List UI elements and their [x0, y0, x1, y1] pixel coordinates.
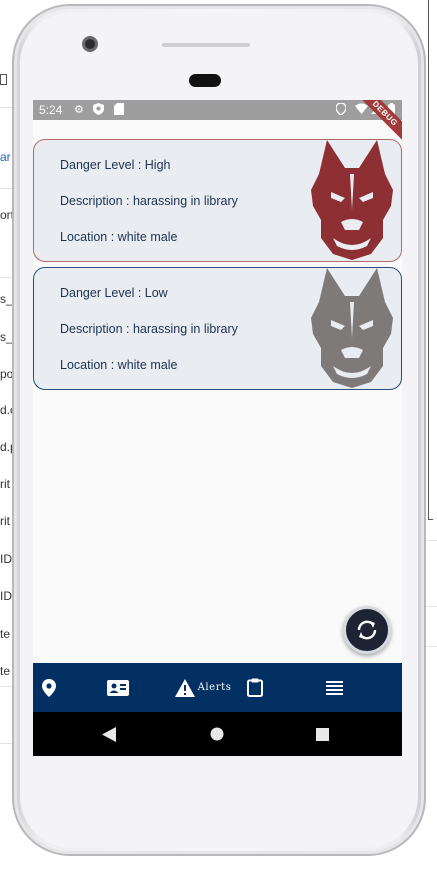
alert-card-high[interactable]: Danger Level : High Description : harass…: [33, 139, 402, 262]
earpiece: [189, 74, 221, 87]
settings-icon: ⚙: [74, 104, 84, 116]
status-bar: 5:24 ⚙ DEBUG: [33, 100, 402, 145]
phone-screen: 5:24 ⚙ DEBUG Danger Level : High Descrip…: [33, 100, 402, 756]
speaker-grille: [162, 43, 250, 47]
warning-icon: [174, 678, 195, 697]
refresh-button[interactable]: [343, 606, 391, 654]
nav-reports[interactable]: [244, 663, 266, 712]
nav-menu[interactable]: [321, 663, 347, 712]
nav-contacts[interactable]: [101, 663, 135, 712]
location-icon: [42, 678, 56, 697]
menu-icon: [325, 680, 343, 695]
danger-level-text: Danger Level : High: [60, 158, 171, 172]
back-icon: [102, 726, 116, 742]
nav-location[interactable]: [33, 663, 65, 712]
location-text: Location : white male: [60, 230, 178, 244]
system-nav-bar: [33, 712, 402, 756]
description-text: Description : harassing in library: [60, 194, 238, 208]
location-status-icon: [335, 102, 347, 118]
location-text: Location : white male: [60, 358, 178, 372]
clipboard-icon: [247, 678, 263, 697]
sd-card-icon: [114, 103, 124, 118]
home-button[interactable]: [207, 724, 227, 744]
description-text: Description : harassing in library: [60, 322, 238, 336]
alert-card-low[interactable]: Danger Level : Low Description : harassi…: [33, 267, 402, 390]
shield-icon: [93, 103, 104, 118]
wifi-icon: [355, 103, 368, 117]
front-camera: [82, 36, 98, 52]
bg-side-panel: [428, 0, 433, 520]
refresh-icon: [357, 620, 377, 640]
nav-alerts[interactable]: Alerts: [171, 663, 235, 712]
contact-card-icon: [107, 679, 129, 696]
bottom-nav: Alerts: [33, 663, 402, 712]
back-button[interactable]: [99, 724, 119, 744]
status-time: 5:24: [39, 103, 63, 117]
pitbull-icon: [311, 268, 393, 388]
recents-icon: [315, 727, 329, 741]
recents-button[interactable]: [312, 724, 332, 744]
pitbull-icon: [311, 140, 393, 260]
danger-level-text: Danger Level : Low: [60, 286, 168, 300]
home-icon: [210, 727, 224, 741]
nav-alerts-label: Alerts: [197, 682, 232, 693]
